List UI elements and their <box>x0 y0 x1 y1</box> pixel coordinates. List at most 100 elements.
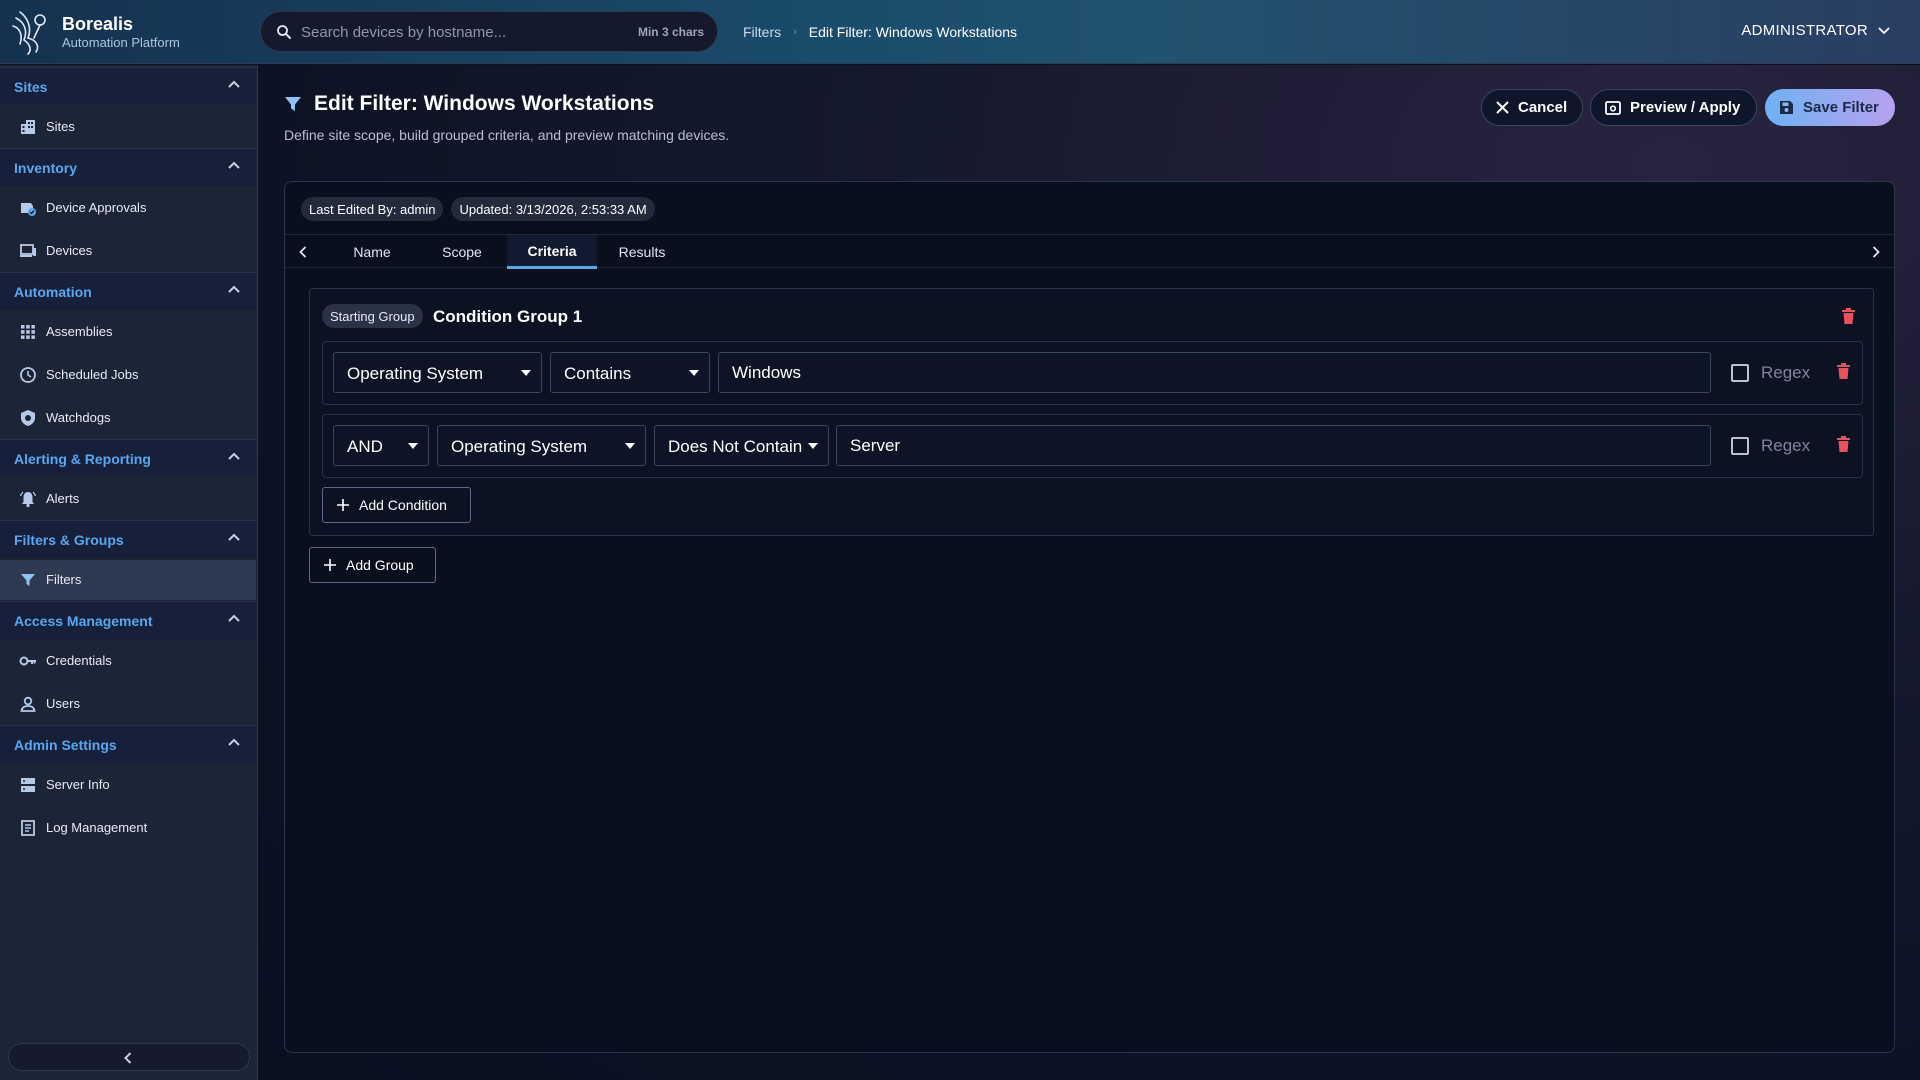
starting-group-badge: Starting Group <box>322 304 423 328</box>
chevron-up-icon <box>228 614 240 622</box>
sidebar-item-server-info[interactable]: Server Info <box>0 765 256 805</box>
value-field[interactable] <box>836 425 1711 466</box>
brand[interactable]: Borealis Automation Platform <box>10 8 240 56</box>
trash-icon[interactable] <box>1837 363 1850 379</box>
user-icon <box>20 696 36 712</box>
preview-apply-button[interactable]: Preview / Apply <box>1590 89 1757 126</box>
clock-icon <box>20 367 36 383</box>
key-icon <box>19 656 36 666</box>
regex-checkbox[interactable] <box>1731 364 1749 382</box>
sidebar-section-access-management[interactable]: Access Management <box>0 601 256 639</box>
sidebar-section-admin-settings[interactable]: Admin Settings <box>0 725 256 763</box>
operator-value: Contains <box>564 364 632 383</box>
sidebar-item-users[interactable]: Users <box>0 684 256 724</box>
regex-toggle[interactable]: Regex <box>1731 436 1810 456</box>
breadcrumb-current: Edit Filter: Windows Workstations <box>808 24 1018 40</box>
tab-criteria[interactable]: Criteria <box>507 235 597 269</box>
chevron-up-icon <box>228 161 240 169</box>
cancel-label: Cancel <box>1518 99 1568 116</box>
sidebar-section-inventory[interactable]: Inventory <box>0 148 256 186</box>
cancel-button[interactable]: Cancel <box>1481 89 1583 126</box>
value-input[interactable] <box>850 434 1636 458</box>
user-label: ADMINISTRATOR <box>1741 22 1868 39</box>
condition-group: Starting Group Condition Group 1 Operati… <box>309 288 1874 536</box>
server-icon <box>21 778 35 792</box>
trash-icon[interactable] <box>1842 308 1855 324</box>
shield-icon <box>21 410 35 426</box>
add-group-button[interactable]: Add Group <box>309 547 436 583</box>
sidebar-item-log-management[interactable]: Log Management <box>0 808 256 848</box>
sidebar-item-devices[interactable]: Devices <box>0 231 256 271</box>
operator-select[interactable]: Contains <box>550 352 710 393</box>
sidebar-item-label: Watchdogs <box>46 410 111 425</box>
search-hint: Min 3 chars <box>637 25 704 39</box>
sidebar-item-scheduled-jobs[interactable]: Scheduled Jobs <box>0 355 256 395</box>
borealis-logo-icon <box>12 11 46 55</box>
sidebar-section-alerting[interactable]: Alerting & Reporting <box>0 439 256 477</box>
regex-checkbox[interactable] <box>1731 437 1749 455</box>
sidebar-item-label: Device Approvals <box>46 200 147 215</box>
bell-icon <box>19 491 37 508</box>
trash-icon[interactable] <box>1837 436 1850 452</box>
add-condition-button[interactable]: Add Condition <box>322 487 471 523</box>
filter-icon <box>21 574 35 586</box>
sidebar-item-sites[interactable]: Sites <box>0 107 256 147</box>
section-label: Inventory <box>14 160 78 176</box>
sidebar-collapse-button[interactable] <box>8 1043 250 1071</box>
condition-row: AND Operating System Does Not Contain Re… <box>322 414 1863 478</box>
sidebar-section-automation[interactable]: Automation <box>0 272 256 310</box>
group-title: Condition Group 1 <box>433 307 583 326</box>
device-approval-icon <box>21 203 36 216</box>
sidebar-item-label: Alerts <box>46 491 80 506</box>
plus-icon <box>324 559 336 571</box>
page-subtitle: Define site scope, build grouped criteri… <box>284 127 730 143</box>
sidebar-item-label: Server Info <box>46 777 110 792</box>
save-filter-button[interactable]: Save Filter <box>1765 89 1895 126</box>
chevron-up-icon <box>228 738 240 746</box>
regex-toggle[interactable]: Regex <box>1731 363 1810 383</box>
tab-scope[interactable]: Scope <box>417 235 507 269</box>
breadcrumb-filters[interactable]: Filters <box>743 24 781 40</box>
sidebar-item-filters[interactable]: Filters <box>0 560 256 600</box>
sidebar-item-watchdogs[interactable]: Watchdogs <box>0 398 256 438</box>
main-content: Edit Filter: Windows Workstations Define… <box>259 65 1920 1080</box>
sidebar-item-credentials[interactable]: Credentials <box>0 641 256 681</box>
field-select[interactable]: Operating System <box>333 352 542 393</box>
chevron-down-icon <box>1878 26 1890 34</box>
tab-name[interactable]: Name <box>327 235 417 269</box>
operator-select[interactable]: Does Not Contain <box>654 425 829 466</box>
condition-row: Operating System Contains Regex <box>322 341 1863 405</box>
sidebar-section-filters-groups[interactable]: Filters & Groups <box>0 520 256 558</box>
caret-down-icon <box>408 443 418 449</box>
filter-meta: Last Edited By: admin Updated: 3/13/2026… <box>301 197 663 221</box>
chevron-right-icon[interactable] <box>1872 246 1880 258</box>
operator-value: Does Not Contain <box>668 437 803 456</box>
field-select[interactable]: Operating System <box>437 425 646 466</box>
section-label: Filters & Groups <box>14 532 124 548</box>
value-input[interactable] <box>732 361 1624 385</box>
sidebar-item-device-approvals[interactable]: Device Approvals <box>0 188 256 228</box>
brand-subtitle: Automation Platform <box>62 35 180 50</box>
value-field[interactable] <box>718 352 1711 393</box>
sidebar-item-label: Sites <box>46 119 75 134</box>
joiner-select[interactable]: AND <box>333 425 429 466</box>
plus-icon <box>337 499 349 511</box>
page-title: Edit Filter: Windows Workstations <box>314 92 655 115</box>
preview-icon <box>1605 100 1621 115</box>
tab-results[interactable]: Results <box>597 235 687 269</box>
caret-down-icon <box>625 443 635 449</box>
grid-icon <box>21 325 35 339</box>
log-icon <box>21 820 35 836</box>
device-search[interactable]: Min 3 chars <box>260 11 718 52</box>
chevron-left-icon[interactable] <box>299 246 307 258</box>
chevron-up-icon <box>228 452 240 460</box>
sidebar-item-assemblies[interactable]: Assemblies <box>0 312 256 352</box>
user-menu[interactable]: ADMINISTRATOR <box>1741 22 1890 39</box>
updated-chip: Updated: 3/13/2026, 2:53:33 AM <box>451 197 655 221</box>
sidebar-item-label: Users <box>46 696 80 711</box>
sidebar: Sites Sites Inventory Device Approvals D… <box>0 65 258 1080</box>
search-input[interactable] <box>301 18 601 46</box>
sidebar-item-alerts[interactable]: Alerts <box>0 479 256 519</box>
sidebar-section-sites[interactable]: Sites <box>0 67 256 105</box>
section-label: Access Management <box>14 613 153 629</box>
